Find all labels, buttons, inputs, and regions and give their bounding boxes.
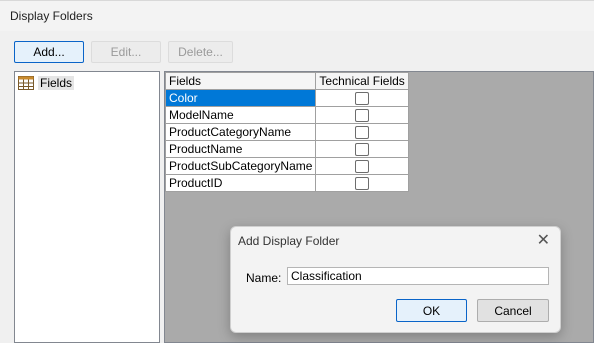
name-input[interactable] [287, 267, 549, 285]
table-icon [18, 76, 34, 90]
technical-checkbox[interactable] [355, 109, 370, 123]
field-cell[interactable]: Color [164, 89, 317, 107]
fields-grid: Fields Technical Fields Color ModelName … [164, 72, 409, 192]
toolbar: Add... Edit... Delete... [0, 30, 594, 70]
folder-tree[interactable]: Fields [14, 71, 160, 343]
column-header-technical-fields[interactable]: Technical Fields [315, 72, 409, 90]
field-cell[interactable]: ProductID [164, 174, 317, 192]
window-title: Display Folders [10, 9, 93, 23]
column-header-fields[interactable]: Fields [164, 72, 317, 90]
technical-checkbox-cell [315, 174, 409, 192]
technical-checkbox-cell [315, 157, 409, 175]
technical-checkbox[interactable] [355, 177, 370, 191]
technical-checkbox-cell [315, 89, 409, 107]
technical-checkbox-cell [315, 123, 409, 141]
title-bar: Display Folders [0, 0, 594, 31]
field-cell[interactable]: ProductName [164, 140, 317, 158]
technical-checkbox[interactable] [355, 126, 370, 140]
add-button[interactable]: Add... [14, 41, 84, 63]
ok-button[interactable]: OK [396, 299, 467, 322]
technical-checkbox[interactable] [355, 160, 370, 174]
table-row[interactable]: Color [164, 89, 409, 107]
table-row[interactable]: ProductSubCategoryName [164, 157, 409, 175]
field-cell[interactable]: ProductSubCategoryName [164, 157, 317, 175]
tree-item-fields[interactable]: Fields [18, 76, 75, 90]
dialog-title: Add Display Folder [238, 234, 340, 248]
close-icon[interactable]: ✕ [537, 231, 550, 251]
technical-checkbox[interactable] [355, 92, 370, 106]
tree-item-label: Fields [38, 76, 75, 90]
grid-header-row: Fields Technical Fields [164, 72, 409, 90]
add-display-folder-dialog: Add Display Folder ✕ Name: OK Cancel [230, 226, 561, 333]
technical-checkbox-cell [315, 106, 409, 124]
field-cell[interactable]: ProductCategoryName [164, 123, 317, 141]
technical-checkbox-cell [315, 140, 409, 158]
table-row[interactable]: ProductID [164, 174, 409, 192]
technical-checkbox[interactable] [355, 143, 370, 157]
table-row[interactable]: ModelName [164, 106, 409, 124]
table-row[interactable]: ProductName [164, 140, 409, 158]
table-row[interactable]: ProductCategoryName [164, 123, 409, 141]
name-label: Name: [246, 271, 282, 285]
edit-button[interactable]: Edit... [91, 41, 161, 63]
delete-button[interactable]: Delete... [168, 41, 233, 63]
field-cell[interactable]: ModelName [164, 106, 317, 124]
cancel-button[interactable]: Cancel [477, 299, 549, 322]
